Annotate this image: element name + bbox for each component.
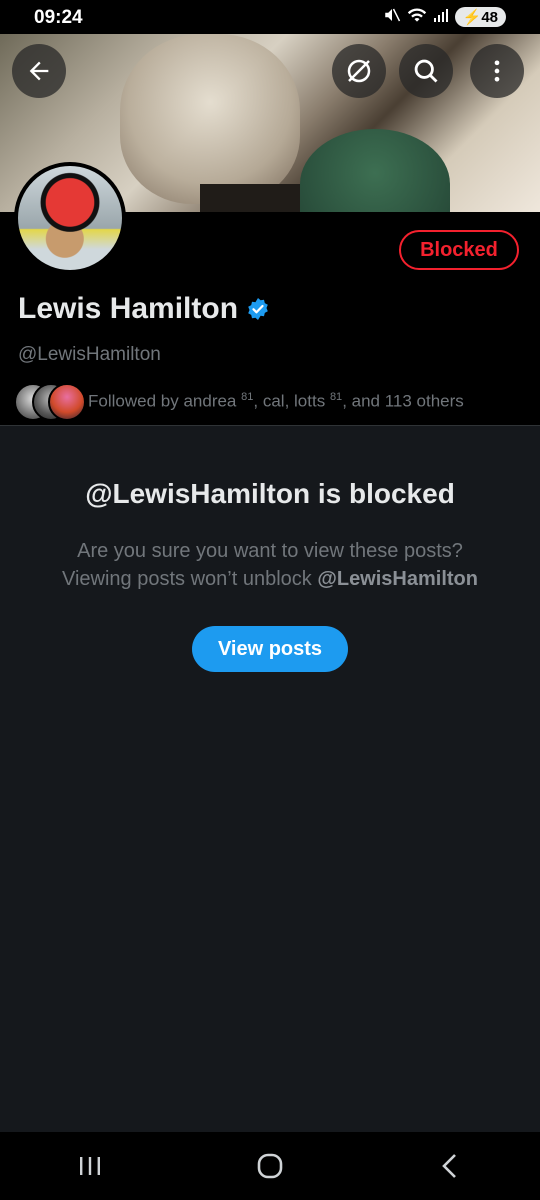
battery-indicator: ⚡48	[454, 6, 506, 27]
follower-avatars	[14, 383, 86, 421]
blocked-button[interactable]: Blocked	[399, 230, 519, 270]
signal-icon	[433, 7, 449, 26]
status-icons: ⚡48	[383, 6, 506, 27]
view-posts-button[interactable]: View posts	[192, 626, 348, 672]
profile-name: Lewis Hamilton	[18, 292, 239, 325]
banner-photo-cap	[300, 129, 450, 212]
profile-name-row: Lewis Hamilton	[18, 292, 270, 326]
home-icon	[257, 1153, 283, 1179]
system-nav-bar	[0, 1132, 540, 1200]
chevron-left-icon	[442, 1154, 456, 1178]
avatar[interactable]	[14, 162, 126, 274]
verified-badge-icon[interactable]	[246, 297, 270, 321]
profile-handle: @LewisHamilton	[18, 344, 161, 365]
blocked-message-line1: Are you sure you want to view these post…	[77, 540, 463, 562]
more-vertical-icon	[494, 60, 500, 82]
status-bar: 09:24 ⚡48	[0, 0, 540, 34]
search-icon	[414, 59, 438, 83]
grok-button[interactable]	[332, 44, 386, 98]
status-time: 09:24	[34, 7, 83, 28]
home-button[interactable]	[240, 1136, 300, 1196]
arrow-left-icon	[29, 61, 49, 81]
more-button[interactable]	[470, 44, 524, 98]
followers-you-know[interactable]: Followed by andrea 81, cal, lotts 81, an…	[14, 383, 464, 421]
banner-photo-dog	[120, 34, 300, 204]
back-nav-button[interactable]	[420, 1136, 480, 1196]
wifi-icon	[407, 6, 427, 27]
back-button[interactable]	[12, 44, 66, 98]
blocked-message-line2: Viewing posts won’t unblock @LewisHamilt…	[62, 568, 478, 590]
search-button[interactable]	[399, 44, 453, 98]
divider	[0, 425, 540, 426]
blocked-title: @LewisHamilton is blocked	[85, 478, 455, 509]
follower-avatar	[48, 383, 86, 421]
recent-apps-icon	[80, 1157, 100, 1175]
mute-icon	[383, 6, 401, 27]
recent-apps-button[interactable]	[60, 1136, 120, 1196]
satellite-icon	[347, 59, 371, 83]
followers-text: Followed by andrea 81, cal, lotts 81, an…	[88, 390, 464, 411]
